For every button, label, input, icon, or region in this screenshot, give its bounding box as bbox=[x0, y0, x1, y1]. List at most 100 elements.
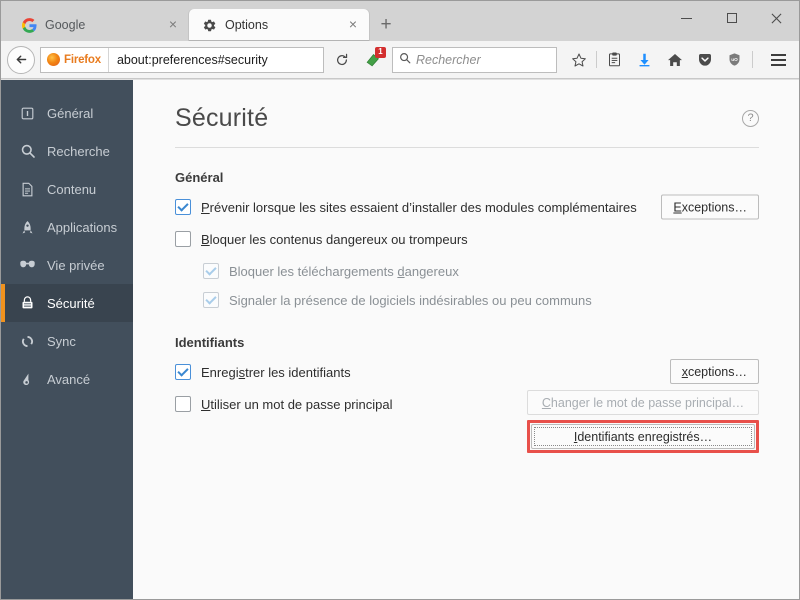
checkbox-master-password[interactable] bbox=[175, 396, 191, 412]
sidebar-item-sync[interactable]: Sync bbox=[1, 322, 133, 360]
checkbox-row-block-dangerous: Bloquer les contenus dangereux ou trompe… bbox=[175, 226, 759, 252]
toolbar-icons: uO bbox=[564, 46, 755, 74]
search-input[interactable]: Rechercher bbox=[416, 53, 481, 67]
close-icon[interactable]: × bbox=[165, 17, 181, 33]
accesskey-letter: P bbox=[201, 199, 210, 215]
url-bar[interactable]: Firefox about:preferences#security bbox=[40, 46, 324, 73]
preferences-content: Général Recherche Contenu Applications V… bbox=[1, 79, 799, 599]
label-rest: naler la présence de logiciels indésirab… bbox=[247, 292, 592, 308]
checkbox-label: Prévenir lorsque les sites essaient d’in… bbox=[201, 200, 637, 215]
tab-google[interactable]: Google × bbox=[9, 9, 189, 41]
menu-button[interactable] bbox=[763, 46, 793, 74]
new-tab-button[interactable]: + bbox=[371, 9, 401, 41]
sidebar-item-security[interactable]: Sécurité bbox=[1, 284, 133, 322]
sidebar-item-label: Général bbox=[47, 105, 94, 121]
checkbox-row-block-downloads: Bloquer les téléchargements dangereux bbox=[175, 258, 759, 284]
section-identifiants: Identifiants Enregistrer les identifiant… bbox=[175, 335, 759, 453]
pane-header: Sécurité ? bbox=[175, 104, 759, 148]
reload-button[interactable] bbox=[329, 47, 355, 73]
label-rest: angereux bbox=[404, 263, 459, 279]
mask-icon bbox=[19, 257, 36, 274]
toolbar-separator bbox=[596, 51, 597, 68]
sidebar-item-label: Recherche bbox=[47, 143, 110, 159]
navigation-toolbar: Firefox about:preferences#security 1 Rec… bbox=[1, 41, 799, 79]
saved-logins-button[interactable]: Identifiants enregistrés… bbox=[531, 424, 755, 449]
extension-badge: 1 bbox=[375, 46, 386, 58]
sidebar-item-content[interactable]: Contenu bbox=[1, 170, 133, 208]
svg-text:uO: uO bbox=[731, 57, 738, 62]
close-icon[interactable]: × bbox=[345, 17, 361, 33]
search-bar[interactable]: Rechercher bbox=[392, 46, 557, 73]
checkbox-report-unwanted[interactable] bbox=[203, 292, 219, 308]
checkbox-label: Enregistrer les identifiants bbox=[201, 365, 351, 380]
download-icon[interactable] bbox=[630, 46, 659, 74]
label-prefix: Enregi bbox=[201, 364, 239, 380]
checkbox-block-dangerous[interactable] bbox=[175, 231, 191, 247]
identity-box[interactable]: Firefox bbox=[41, 47, 109, 72]
minimize-button[interactable] bbox=[664, 1, 709, 35]
exceptions-button-logins[interactable]: x ceptions… bbox=[669, 359, 759, 384]
back-button[interactable] bbox=[7, 45, 35, 74]
firefox-logo-icon bbox=[47, 53, 60, 66]
browser-window: Google × Options × + Firefox about:prefe… bbox=[0, 0, 800, 600]
sync-icon bbox=[19, 333, 36, 350]
label-rest: révenir lorsque les sites essaient d’ins… bbox=[209, 199, 637, 215]
label-rest: tiliser un mot de passe principal bbox=[210, 396, 393, 412]
general-icon bbox=[19, 105, 36, 122]
change-master-password-button[interactable]: Changer le mot de passe principal… bbox=[527, 390, 759, 415]
identity-label: Firefox bbox=[64, 53, 101, 66]
checkbox-row-report-unwanted: Signaler la présence de logiciels indési… bbox=[175, 287, 759, 313]
label-rest: loquer les contenus dangereux ou trompeu… bbox=[209, 231, 468, 247]
sidebar-item-label: Sécurité bbox=[47, 295, 95, 311]
checkbox-label: Bloquer les contenus dangereux ou trompe… bbox=[201, 232, 468, 247]
sidebar-item-privacy[interactable]: Vie privée bbox=[1, 246, 133, 284]
sidebar-item-label: Sync bbox=[47, 333, 76, 349]
checkbox-block-downloads[interactable] bbox=[203, 263, 219, 279]
checkbox-label: Bloquer les téléchargements dangereux bbox=[229, 264, 459, 279]
identifiants-buttons-column: x ceptions… Changer le mot de passe princ… bbox=[527, 359, 759, 453]
gear-advanced-icon bbox=[19, 371, 36, 388]
search-icon bbox=[399, 51, 411, 69]
label-prefix: Si bbox=[229, 292, 241, 308]
accesskey-letter: g bbox=[240, 292, 248, 308]
accesskey-letter: U bbox=[201, 396, 211, 412]
button-label-rest: hanger le mot de passe principal… bbox=[550, 395, 745, 410]
toolbar-separator bbox=[752, 51, 753, 68]
saved-logins-highlight: Identifiants enregistrés… bbox=[527, 420, 759, 453]
sidebar-item-label: Contenu bbox=[47, 181, 97, 197]
close-button[interactable] bbox=[754, 1, 799, 35]
page-title: Sécurité bbox=[175, 104, 269, 132]
exceptions-button-addons[interactable]: Exceptions… bbox=[661, 194, 759, 220]
sidebar-item-advanced[interactable]: Avancé bbox=[1, 360, 133, 398]
bookmark-star-icon[interactable] bbox=[564, 46, 593, 74]
library-icon[interactable] bbox=[600, 46, 629, 74]
pocket-icon[interactable] bbox=[690, 46, 719, 74]
checkbox-label: Signaler la présence de logiciels indési… bbox=[229, 293, 592, 308]
tab-label: Options bbox=[225, 18, 269, 32]
maximize-button[interactable] bbox=[709, 1, 754, 35]
button-label-rest: dentifiants enregistrés… bbox=[577, 429, 713, 444]
checkbox-save-logins[interactable] bbox=[175, 364, 191, 380]
sidebar-item-label: Applications bbox=[47, 219, 118, 235]
lock-icon bbox=[19, 295, 36, 312]
sidebar-item-applications[interactable]: Applications bbox=[1, 208, 133, 246]
help-icon[interactable]: ? bbox=[742, 110, 759, 127]
accesskey-letter: E bbox=[673, 200, 682, 214]
button-label-rest: xceptions… bbox=[681, 200, 747, 214]
accesskey-letter: C bbox=[541, 395, 551, 410]
tab-options[interactable]: Options × bbox=[189, 9, 369, 41]
url-input[interactable]: about:preferences#security bbox=[109, 53, 323, 67]
checkbox-warn-addons[interactable] bbox=[175, 199, 191, 215]
ublock-shield-icon[interactable]: uO bbox=[720, 46, 749, 74]
sidebar-item-label: Vie privée bbox=[47, 257, 105, 273]
sidebar-item-general[interactable]: Général bbox=[1, 94, 133, 132]
tab-label: Google bbox=[45, 18, 86, 32]
sidebar-item-search[interactable]: Recherche bbox=[1, 132, 133, 170]
home-icon[interactable] bbox=[660, 46, 689, 74]
search-icon bbox=[19, 143, 36, 160]
preferences-sidebar: Général Recherche Contenu Applications V… bbox=[1, 80, 133, 599]
extension-icon[interactable]: 1 bbox=[360, 46, 386, 73]
accesskey-letter: B bbox=[201, 231, 210, 247]
window-controls bbox=[664, 1, 799, 35]
checkbox-label: Utiliser un mot de passe principal bbox=[201, 397, 392, 412]
